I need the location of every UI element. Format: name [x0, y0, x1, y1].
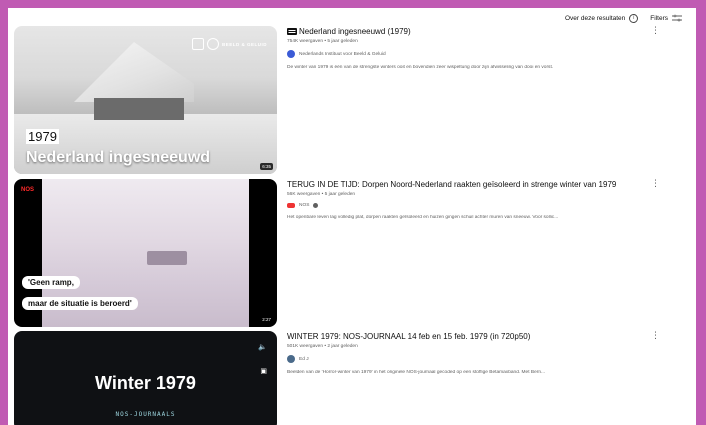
channel-name[interactable]: Nederlands Instituut voor Beeld & Geluid	[299, 52, 386, 57]
nos-logo: NOS	[21, 187, 35, 193]
channel-avatar[interactable]	[287, 355, 295, 363]
thumbnail-year: 1979	[26, 129, 59, 144]
video-description: Beelden van de 'Horror-winter van 1979' …	[287, 370, 545, 375]
video-description: De winter van 1979 is één van de strengs…	[287, 65, 554, 70]
thumbnail-subtitle: NOS-JOURNAALS	[115, 411, 176, 418]
video-meta: TERUG IN DE TIJD: Dorpen Noord-Nederland…	[287, 179, 667, 220]
channel-avatar[interactable]	[287, 50, 295, 58]
filters-label: Filters	[650, 14, 668, 22]
captions-icon[interactable]: ▣	[260, 367, 267, 375]
results-topbar: Over deze resultaten i Filters	[565, 11, 682, 25]
search-results-page: Over deze resultaten i Filters BEELD & G…	[8, 8, 696, 425]
thumbnail-image	[94, 98, 184, 120]
about-results-label: Over deze resultaten	[564, 14, 626, 22]
verified-icon	[313, 203, 319, 208]
more-options-icon[interactable]: ⋮	[651, 179, 660, 188]
channel-link[interactable]: Ed J	[287, 355, 667, 363]
video-thumbnail[interactable]: NOS 'Geen ramp, maar de situatie is bero…	[14, 179, 277, 327]
mute-icon[interactable]: 🔈	[258, 343, 267, 351]
filter-sliders-icon	[672, 14, 682, 22]
video-title[interactable]: Nederland ingesneeuwd (1979)	[299, 27, 411, 36]
video-stats: 501K weergaven • 2 jaar geleden	[287, 344, 358, 349]
beeld-geluid-logo: BEELD & GELUID	[191, 38, 267, 50]
video-title[interactable]: TERUG IN DE TIJD: Dorpen Noord-Nederland…	[287, 179, 667, 190]
thumbnail-title: Nederland ingesneeuwd	[26, 149, 211, 166]
thumbnail-image	[74, 42, 194, 102]
logo-text: BEELD & GELUID	[221, 41, 267, 47]
about-results-button[interactable]: Over deze resultaten i	[564, 13, 639, 23]
logo-square-icon	[191, 38, 204, 50]
video-thumbnail[interactable]: BEELD & GELUID 1979 Nederland ingesneeuw…	[14, 26, 277, 174]
video-meta: Nederland ingesneeuwd (1979) 754K weerga…	[287, 26, 667, 70]
video-stats: 56K weergaven • 5 jaar geleden	[287, 192, 356, 197]
thumbnail-image	[147, 251, 187, 265]
video-duration: 2:27	[260, 316, 273, 323]
more-options-icon[interactable]: ⋮	[651, 331, 660, 340]
channel-name[interactable]: NOS	[299, 203, 309, 208]
channel-link[interactable]: NOS	[287, 203, 667, 208]
channel-avatar[interactable]	[287, 203, 295, 208]
video-title[interactable]: WINTER 1979: NOS-JOURNAAL 14 feb en 15 f…	[287, 331, 667, 342]
video-meta: WINTER 1979: NOS-JOURNAAL 14 feb en 15 f…	[287, 331, 667, 375]
more-options-icon[interactable]: ⋮	[651, 26, 660, 35]
playlist-icon	[287, 28, 297, 35]
video-duration: 6:35	[260, 163, 273, 170]
video-stats: 754K weergaven • 5 jaar geleden	[287, 39, 358, 44]
channel-name[interactable]: Ed J	[299, 357, 309, 362]
filters-button[interactable]: Filters	[650, 14, 682, 22]
channel-link[interactable]: Nederlands Instituut voor Beeld & Geluid	[287, 50, 667, 58]
thumbnail-caption: maar de situatie is beroerd'	[22, 297, 138, 310]
video-thumbnail[interactable]: Winter 1979 NOS-JOURNAALS 🔈 ▣	[14, 331, 277, 425]
logo-ring-icon	[206, 38, 219, 50]
video-title-row[interactable]: Nederland ingesneeuwd (1979)	[287, 26, 667, 37]
thumbnail-caption: 'Geen ramp,	[22, 276, 80, 289]
thumbnail-title: Winter 1979	[95, 373, 196, 393]
info-icon: i	[629, 13, 639, 23]
video-description: Het openbare leven lag volledig plat, do…	[287, 215, 559, 220]
